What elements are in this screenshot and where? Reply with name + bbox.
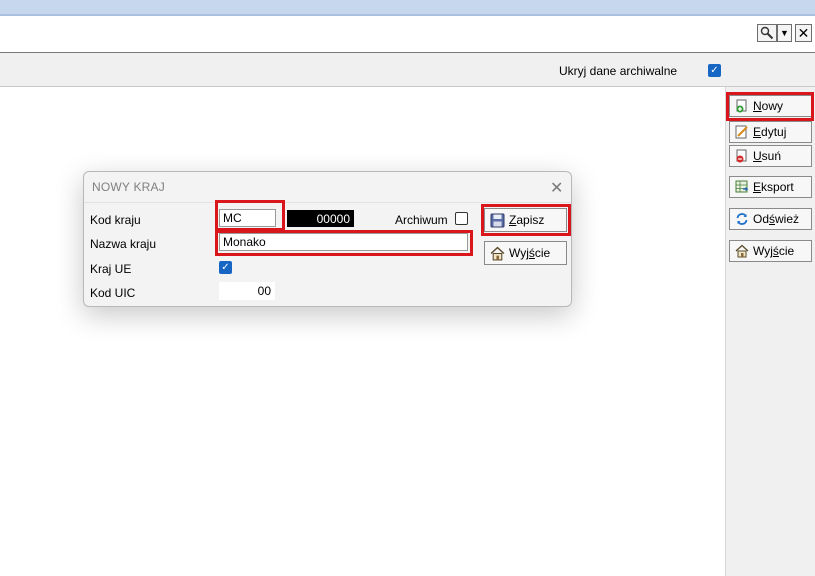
window-top-bar bbox=[0, 0, 815, 16]
edit-document-icon bbox=[734, 124, 750, 140]
check-icon: ✓ bbox=[710, 65, 719, 76]
dialog-exit-button-label: Wyjście bbox=[509, 246, 551, 260]
refresh-button[interactable]: Odśwież bbox=[729, 208, 812, 230]
dialog-title-separator bbox=[84, 202, 571, 203]
delete-button[interactable]: Usuń bbox=[729, 145, 812, 167]
hide-archive-checkbox[interactable]: ✓ bbox=[708, 64, 721, 77]
refresh-icon bbox=[734, 211, 750, 227]
highlight-save-button bbox=[481, 204, 571, 236]
export-button-label: Eksport bbox=[753, 180, 794, 194]
dialog-close-icon[interactable]: ✕ bbox=[550, 178, 563, 198]
dialog-title: NOWY KRAJ bbox=[92, 180, 165, 194]
country-code-label: Kod kraju bbox=[90, 213, 141, 227]
toolbar: ▼ ✕ bbox=[0, 18, 815, 53]
export-button[interactable]: Eksport bbox=[729, 176, 812, 198]
refresh-button-label: Odśwież bbox=[753, 212, 800, 226]
hide-archive-label: Ukryj dane archiwalne bbox=[559, 64, 678, 78]
export-table-icon bbox=[734, 179, 750, 195]
eu-country-checkbox[interactable]: ✓ bbox=[219, 261, 232, 274]
filter-bar: Ukryj dane archiwalne bbox=[0, 53, 815, 87]
country-number-field: 00000 bbox=[287, 210, 354, 227]
close-icon: ✕ bbox=[797, 25, 810, 41]
exit-button-label: Wyjście bbox=[753, 244, 795, 258]
home-icon bbox=[734, 243, 750, 259]
home-icon bbox=[489, 245, 505, 261]
edit-button[interactable]: Edytuj bbox=[729, 121, 812, 143]
search-tool-button[interactable] bbox=[757, 24, 777, 42]
archive-label: Archiwum bbox=[395, 213, 448, 227]
highlight-country-name bbox=[215, 230, 473, 256]
chevron-down-icon: ▼ bbox=[780, 28, 789, 38]
delete-button-label: Usuń bbox=[753, 149, 782, 163]
search-wrench-icon bbox=[760, 26, 774, 40]
dialog-exit-button[interactable]: Wyjście bbox=[484, 241, 567, 265]
close-view-button[interactable]: ✕ bbox=[795, 24, 812, 42]
check-icon: ✓ bbox=[221, 262, 230, 273]
uic-code-label: Kod UIC bbox=[90, 286, 136, 300]
eu-country-label: Kraj UE bbox=[90, 262, 132, 276]
archive-checkbox[interactable] bbox=[455, 212, 468, 225]
country-name-label: Nazwa kraju bbox=[90, 237, 157, 251]
highlight-new-button bbox=[726, 92, 814, 121]
exit-button[interactable]: Wyjście bbox=[729, 240, 812, 262]
edit-button-label: Edytuj bbox=[753, 125, 787, 139]
uic-code-input[interactable] bbox=[219, 282, 275, 300]
highlight-country-code bbox=[215, 200, 285, 231]
delete-document-icon bbox=[734, 148, 750, 164]
tool-dropdown-button[interactable]: ▼ bbox=[777, 24, 792, 42]
